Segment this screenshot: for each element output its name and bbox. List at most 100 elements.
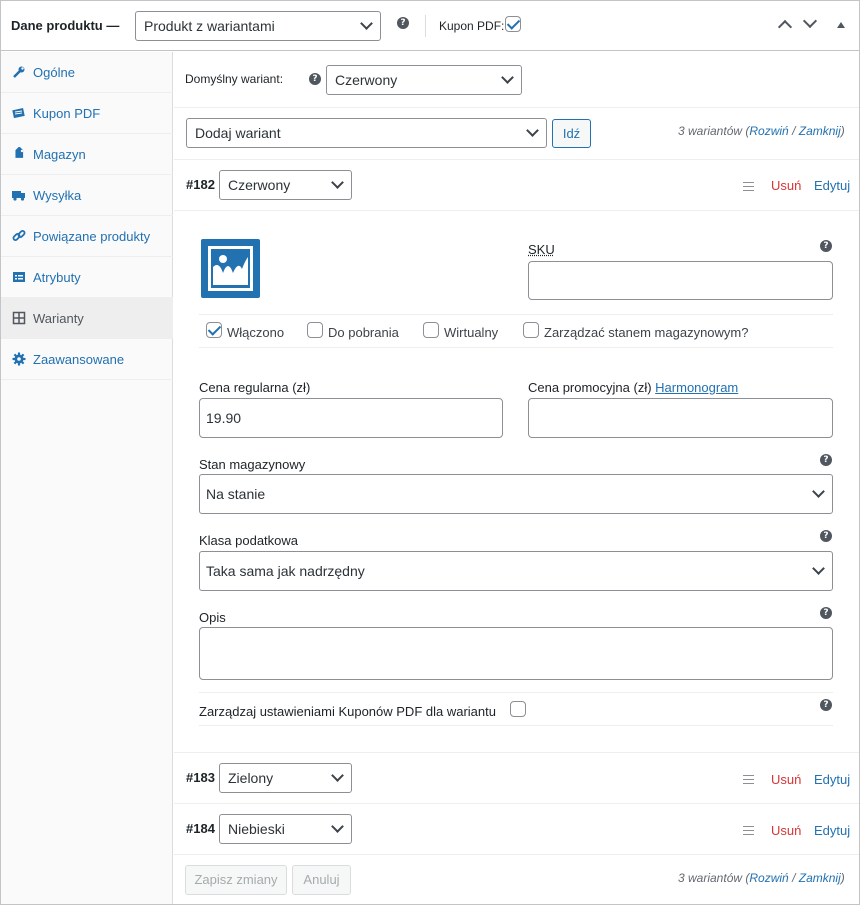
tag-icon — [12, 146, 26, 161]
tab-general[interactable]: Ogólne — [1, 52, 173, 93]
drag-handle-icon[interactable] — [743, 775, 754, 784]
regular-price-label: Cena regularna (zł) — [199, 380, 311, 395]
help-icon: ? — [820, 607, 832, 619]
product-data-tabs: Ogólne Kupon PDF Magazyn Wysyłka Powiąza… — [1, 52, 173, 904]
divider — [174, 107, 859, 108]
drag-handle-icon[interactable] — [743, 826, 754, 835]
manage-stock-label: Zarządzać stanem magazynowym? — [544, 325, 749, 340]
variation-attribute-value: Niebieski — [228, 821, 285, 837]
tab-linked-products[interactable]: Powiązane produkty — [1, 216, 173, 257]
collapse-all-link[interactable]: Zamknij — [799, 124, 841, 138]
downloadable-label: Do pobrania — [328, 325, 399, 340]
manage-stock-checkbox[interactable] — [523, 322, 539, 338]
panel-header: Dane produktu — Produkt z wariantami ? K… — [1, 1, 859, 51]
add-variation-value: Dodaj wariant — [195, 125, 281, 141]
default-variation-label: Domyślny wariant: — [185, 72, 284, 86]
expand-all-link[interactable]: Rozwiń — [749, 871, 788, 885]
divider — [174, 854, 859, 855]
kupon-pdf-checkbox[interactable] — [505, 16, 521, 32]
variation-id: #182 — [186, 177, 215, 192]
tab-label: Magazyn — [33, 146, 86, 162]
tab-advanced[interactable]: Zaawansowane — [1, 339, 173, 380]
sku-label: SKU — [528, 242, 555, 257]
coupon-settings-checkbox[interactable] — [510, 701, 526, 717]
drag-handle-icon[interactable] — [743, 182, 754, 191]
tax-class-select[interactable]: Taka sama jak nadrzędny — [199, 551, 833, 591]
expand-all-link[interactable]: Rozwiń — [749, 124, 788, 138]
variation-id: #183 — [186, 770, 215, 785]
link-icon — [12, 229, 26, 243]
edit-variation-link[interactable]: Edytuj — [814, 772, 850, 787]
sale-price-label: Cena promocyjna (zł) Harmonogram — [528, 380, 739, 395]
chevron-down-icon — [812, 562, 825, 575]
tab-attributes[interactable]: Atrybuty — [1, 257, 173, 298]
regular-price-input[interactable]: 19.90 — [199, 398, 503, 438]
virtual-label: Wirtualny — [444, 325, 499, 340]
go-button[interactable]: Idź — [552, 119, 591, 148]
grid-icon — [12, 311, 26, 325]
tab-label: Atrybuty — [33, 269, 81, 285]
edit-variation-link[interactable]: Edytuj — [814, 178, 850, 193]
remove-variation-link[interactable]: Usuń — [771, 772, 801, 787]
help-icon: ? — [820, 240, 832, 252]
image-placeholder-icon — [208, 246, 253, 291]
stock-status-label: Stan magazynowy — [199, 457, 306, 472]
stock-status-value: Na stanie — [206, 486, 266, 502]
chevron-down-icon — [501, 71, 514, 84]
list-icon — [12, 270, 26, 284]
chevron-down-icon — [331, 769, 344, 782]
remove-variation-link[interactable]: Usuń — [771, 823, 801, 838]
move-down-icon[interactable] — [802, 13, 818, 29]
collapse-all-link[interactable]: Zamknij — [799, 871, 841, 885]
help-icon: ? — [397, 17, 409, 29]
toggle-panel-icon[interactable] — [837, 22, 845, 28]
variation-attribute-value: Czerwony — [228, 177, 291, 193]
tab-label: Kupon PDF — [33, 105, 101, 121]
chevron-down-icon — [360, 17, 373, 30]
variation-attribute-select[interactable]: Zielony — [219, 763, 352, 793]
variation-attribute-value: Zielony — [228, 770, 274, 786]
variation-image[interactable] — [201, 239, 260, 298]
downloadable-checkbox[interactable] — [307, 322, 323, 338]
product-type-select[interactable]: Produkt z wariantami — [135, 11, 381, 41]
tab-label: Powiązane produkty — [33, 228, 151, 244]
divider — [199, 314, 833, 315]
sale-price-input[interactable] — [528, 398, 833, 438]
divider — [425, 15, 426, 37]
help-icon: ? — [820, 530, 832, 542]
move-up-icon[interactable] — [777, 19, 793, 35]
add-variation-select[interactable]: Dodaj wariant — [186, 118, 547, 148]
variation-id: #184 — [186, 821, 215, 836]
edit-variation-link[interactable]: Edytuj — [814, 823, 850, 838]
remove-variation-link[interactable]: Usuń — [771, 178, 801, 193]
panel-title: Dane produktu — — [11, 18, 120, 33]
divider — [199, 725, 833, 726]
divider — [174, 803, 859, 804]
help-icon: ? — [820, 699, 832, 711]
schedule-link[interactable]: Harmonogram — [655, 380, 738, 395]
variations-count: 3 wariantów (Rozwiń / Zamknij) — [678, 124, 845, 138]
enabled-checkbox[interactable] — [206, 322, 222, 338]
tab-variations[interactable]: Warianty — [1, 298, 173, 339]
default-variation-select[interactable]: Czerwony — [326, 65, 522, 95]
divider — [174, 159, 859, 160]
tab-shipping[interactable]: Wysyłka — [1, 175, 173, 216]
variation-attribute-select[interactable]: Czerwony — [219, 170, 352, 200]
sku-input[interactable] — [528, 261, 833, 300]
stock-status-select[interactable]: Na stanie — [199, 474, 833, 514]
save-changes-button[interactable]: Zapisz zmiany — [185, 865, 287, 895]
kupon-pdf-label: Kupon PDF: — [439, 19, 505, 33]
help-icon: ? — [309, 73, 321, 85]
truck-icon — [12, 188, 26, 202]
gear-icon — [12, 352, 26, 366]
virtual-checkbox[interactable] — [423, 322, 439, 338]
tab-label: Wysyłka — [33, 187, 82, 203]
tab-label: Warianty — [33, 310, 84, 326]
tab-pdf-coupon[interactable]: Kupon PDF — [1, 93, 173, 134]
divider — [174, 752, 859, 753]
cancel-button[interactable]: Anuluj — [292, 865, 351, 895]
tab-inventory[interactable]: Magazyn — [1, 134, 173, 175]
variation-attribute-select[interactable]: Niebieski — [219, 814, 352, 844]
chevron-down-icon — [812, 485, 825, 498]
description-textarea[interactable] — [199, 627, 833, 680]
